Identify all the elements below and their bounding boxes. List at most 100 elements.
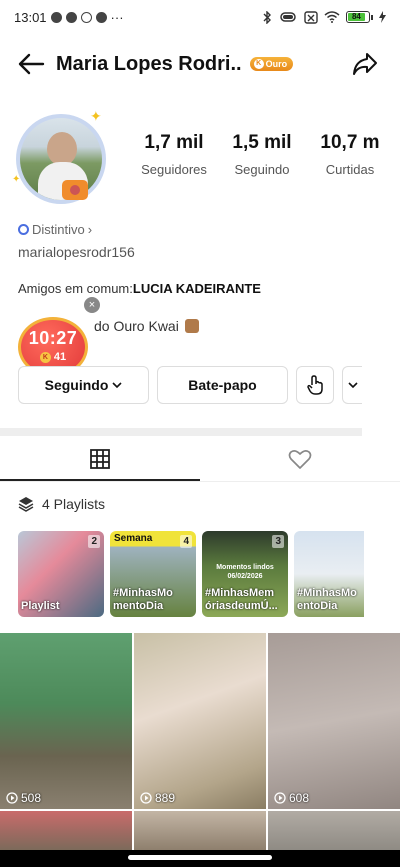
playlist-card[interactable]: Semana 4 #MinhasMo mentoDia xyxy=(110,531,196,617)
video-thumbnail[interactable]: 508 xyxy=(0,633,132,809)
view-count: 608 xyxy=(274,791,309,805)
chevron-down-icon xyxy=(112,381,122,388)
section-divider xyxy=(0,428,362,436)
arrow-left-icon xyxy=(18,53,45,75)
playlist-cover-text: Semana xyxy=(114,533,153,544)
share-icon xyxy=(353,53,377,75)
playlists-row: 2 Playlist Semana 4 #MinhasMo mentoDia 3… xyxy=(18,531,364,617)
view-count-value: 889 xyxy=(155,791,176,805)
playlist-card[interactable]: #MinhasMo entoDia xyxy=(294,531,364,617)
video-thumbnail[interactable]: 889 xyxy=(134,633,266,809)
stat-followers[interactable]: 1,7 mil Seguidores xyxy=(130,132,218,177)
gesture-button[interactable] xyxy=(296,366,334,404)
following-button[interactable]: Seguindo xyxy=(18,366,149,404)
tab-likes[interactable] xyxy=(200,436,400,482)
stat-likes[interactable]: 10,7 m Curtidas xyxy=(306,132,394,177)
battery-level: 84 xyxy=(348,13,365,21)
close-icon[interactable]: × xyxy=(84,297,100,313)
playlist-title: Playlist xyxy=(21,600,60,612)
tabs-baseline xyxy=(0,481,400,482)
playlist-cover-text: Momentos lindos 06/02/2026 xyxy=(216,564,274,580)
whatsapp-icon xyxy=(50,11,62,23)
content-tabs xyxy=(0,436,400,482)
video-thumbnail[interactable] xyxy=(0,811,132,851)
play-icon xyxy=(6,792,18,804)
playlists-header[interactable]: 4 Playlists xyxy=(18,496,105,512)
playlist-count: 2 xyxy=(88,535,100,548)
share-button[interactable] xyxy=(350,49,380,79)
mutual-friends[interactable]: Amigos em comum:LUCIA KADEIRANTE xyxy=(18,281,261,296)
playlist-count: 4 xyxy=(180,535,192,548)
video-thumbnail[interactable] xyxy=(268,811,400,851)
following-label: Seguindo xyxy=(44,377,109,393)
star-decoration-icon: ✦ xyxy=(12,174,21,185)
timer-time: 10:27 xyxy=(28,328,78,348)
video-thumbnail[interactable] xyxy=(134,811,266,851)
avatar-photo xyxy=(16,114,106,204)
ouro-badge[interactable]: K Ouro xyxy=(249,57,294,71)
whatsapp-business-icon xyxy=(65,11,77,23)
view-count: 508 xyxy=(6,791,41,805)
back-button[interactable] xyxy=(16,49,46,79)
playlist-title: #MinhasMo entoDia xyxy=(297,587,357,612)
kwai-coin-icon: K xyxy=(39,351,51,363)
chevron-down-icon xyxy=(347,381,358,388)
stat-value: 1,5 mil xyxy=(232,132,292,153)
view-count: 889 xyxy=(140,791,175,805)
distintivo-link[interactable]: Distintivo › xyxy=(18,222,92,237)
no-sim-icon xyxy=(304,10,318,24)
right-edge xyxy=(362,178,400,180)
star-decoration-icon: ✦ xyxy=(90,108,102,124)
playlist-count: 3 xyxy=(272,535,284,548)
video-thumbnail[interactable]: 608 xyxy=(268,633,400,809)
mutual-prefix: Amigos em comum: xyxy=(18,281,133,296)
charging-icon xyxy=(379,11,386,23)
bluetooth-icon xyxy=(263,10,271,24)
playlist-card[interactable]: 2 Playlist xyxy=(18,531,104,617)
layers-icon xyxy=(18,497,34,512)
play-icon xyxy=(274,792,286,804)
play-icon xyxy=(140,792,152,804)
username: marialopesrodr156 xyxy=(18,244,135,260)
timer-coins: 41 xyxy=(53,351,67,363)
vibrate-icon xyxy=(280,12,296,22)
more-button[interactable] xyxy=(342,366,362,404)
header: Maria Lopes Rodri.. K Ouro xyxy=(0,42,400,86)
kwai-coin-icon: K xyxy=(253,59,264,69)
stat-value: 10,7 m xyxy=(320,132,380,153)
grid-icon xyxy=(90,449,110,469)
view-count-value: 608 xyxy=(289,791,310,805)
messenger-icon xyxy=(95,11,107,23)
view-count-value: 508 xyxy=(21,791,42,805)
playlist-title: #MinhasMo mentoDia xyxy=(113,587,173,612)
wifi-icon xyxy=(324,11,340,23)
stat-label: Curtidas xyxy=(325,162,375,177)
tab-videos[interactable] xyxy=(0,436,200,482)
hand-pointer-icon xyxy=(307,375,323,395)
stat-label: Seguindo xyxy=(234,162,290,177)
mutual-name: LUCIA KADEIRANTE xyxy=(132,281,261,296)
ouro-text: do Ouro Kwai xyxy=(94,318,179,334)
status-bar: 13:01 ··· 84 xyxy=(0,0,400,34)
avatar[interactable]: ✦ ✦ xyxy=(12,108,108,206)
chat-button[interactable]: Bate-papo xyxy=(157,366,288,404)
page-title: Maria Lopes Rodri.. xyxy=(56,52,242,75)
ouro-badge-label: Ouro xyxy=(265,59,288,69)
clock: 13:01 xyxy=(14,9,47,25)
distintivo-label: Distintivo xyxy=(32,222,85,237)
reward-timer-widget[interactable]: × 10:27 K 41 xyxy=(16,297,100,377)
playlist-card[interactable]: 3 Momentos lindos 06/02/2026 #MinhasMem … xyxy=(202,531,288,617)
active-tab-indicator xyxy=(0,479,200,481)
camera-decoration-icon xyxy=(62,180,88,200)
playlist-title: #MinhasMem óriasdeumÚ... xyxy=(205,587,278,612)
badge-gear-icon xyxy=(18,224,29,235)
stat-value: 1,7 mil xyxy=(144,132,204,153)
home-gesture-bar[interactable] xyxy=(128,855,272,860)
thumbs-up-icon xyxy=(184,319,199,333)
stat-following[interactable]: 1,5 mil Seguindo xyxy=(218,132,306,177)
playlists-count: 4 Playlists xyxy=(42,496,106,512)
stat-label: Seguidores xyxy=(141,162,207,177)
heart-icon xyxy=(288,449,312,469)
battery-icon: 84 xyxy=(346,11,373,23)
system-nav-bar xyxy=(0,850,400,867)
